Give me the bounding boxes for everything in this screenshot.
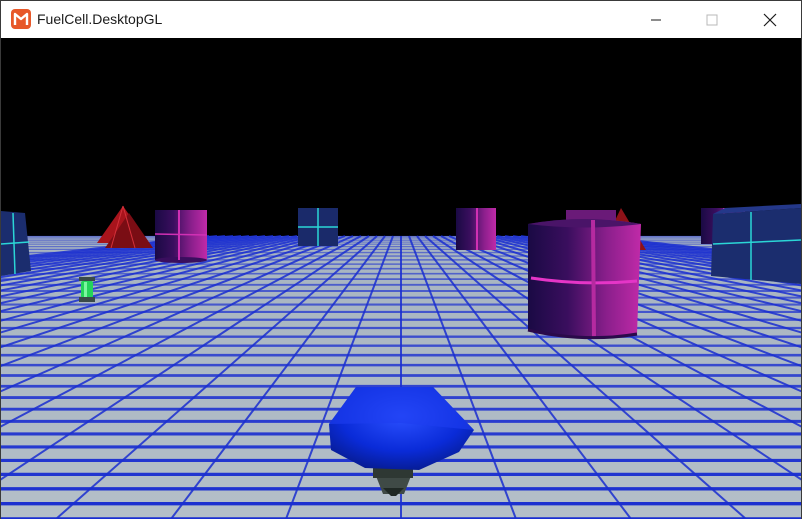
- maximize-button[interactable]: [689, 1, 735, 38]
- magenta-cylinder-barrier: [456, 208, 496, 250]
- maximize-icon: [706, 14, 718, 25]
- minimize-button[interactable]: [633, 1, 679, 38]
- game-window: FuelCell.DesktopGL: [0, 0, 802, 519]
- green-fuel-cell: [79, 277, 95, 302]
- window-title: FuelCell.DesktopGL: [37, 11, 163, 27]
- close-icon: [763, 13, 777, 26]
- cyan-cube-barrier: [298, 208, 338, 246]
- minimize-icon: [651, 19, 661, 20]
- game-scene: [1, 38, 801, 519]
- sky: [1, 38, 801, 236]
- cyan-cube-barrier: [711, 204, 801, 284]
- game-viewport[interactable]: [1, 38, 801, 519]
- title-bar[interactable]: FuelCell.DesktopGL: [1, 1, 801, 38]
- magenta-cylinder-barrier: [154, 210, 208, 263]
- magenta-cylinder-barrier: [527, 219, 641, 340]
- close-button[interactable]: [747, 1, 793, 38]
- monogame-logo-icon: [11, 9, 31, 29]
